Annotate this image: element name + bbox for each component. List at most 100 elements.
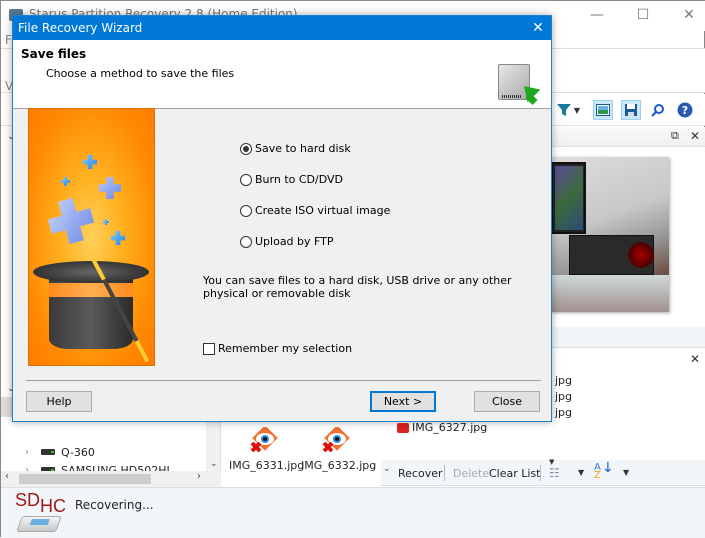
- list-item[interactable]: jpg: [555, 406, 572, 419]
- tree-horizontal-scrollbar[interactable]: ‹ ›: [1, 471, 221, 487]
- option-create-iso-image[interactable]: Create ISO virtual image: [240, 204, 390, 217]
- next-button[interactable]: Next >: [370, 391, 436, 412]
- file-name: IMG_6332.jpg: [301, 459, 377, 472]
- scrollbar-thumb[interactable]: [19, 474, 151, 484]
- sdhc-card-icon: SDHC: [15, 490, 66, 536]
- puzzle-piece: [99, 177, 121, 199]
- recover-button[interactable]: Recover: [398, 467, 443, 480]
- minimize-button[interactable]: —: [574, 1, 620, 31]
- green-arrow-tail: [525, 92, 538, 106]
- file-recovery-wizard-dialog: File Recovery Wizard ✕ Save files Choose…: [12, 15, 552, 422]
- close-preview-icon[interactable]: ✕: [690, 129, 700, 143]
- remember-selection-checkbox[interactable]: Remember my selection: [203, 342, 352, 355]
- columns-icon[interactable]: ☷: [549, 466, 560, 480]
- list-item[interactable]: jpg: [555, 390, 572, 403]
- files-pane: IMG_6331.jpg IMG_6332.jpg ⌄: [221, 421, 397, 487]
- status-text: Recovering...: [75, 498, 154, 512]
- option-label: Upload by FTP: [255, 235, 334, 248]
- option-upload-by-ftp[interactable]: Upload by FTP: [240, 235, 334, 248]
- dropdown-icon[interactable]: ▼: [549, 458, 554, 466]
- close-window-button[interactable]: ✕: [666, 1, 705, 31]
- list-item-label: IMG_6327.jpg: [412, 421, 488, 434]
- help-button[interactable]: Help: [26, 391, 92, 412]
- search-icon[interactable]: [648, 100, 668, 120]
- scroll-right-icon[interactable]: ›: [197, 471, 201, 482]
- sd-card-graphic: [16, 516, 62, 532]
- hat-band: [49, 283, 133, 297]
- wizard-heading: Save files: [21, 47, 87, 61]
- radio-button[interactable]: [240, 204, 252, 217]
- close-list-icon[interactable]: ✕: [690, 352, 700, 366]
- option-label: Create ISO virtual image: [255, 204, 391, 217]
- puzzle-piece: [111, 231, 125, 245]
- undock-icon[interactable]: ⧉: [671, 129, 679, 143]
- file-item[interactable]: IMG_6331.jpg: [229, 425, 305, 472]
- dialog-separator: [26, 380, 541, 381]
- tree-item-label: Q-360: [61, 445, 95, 459]
- magic-hat-illustration: [28, 108, 155, 366]
- scroll-left-icon[interactable]: ‹: [5, 471, 9, 482]
- clear-list-button[interactable]: Clear List: [489, 467, 541, 480]
- deleted-file-icon: [397, 422, 409, 433]
- file-name: IMG_6331.jpg: [229, 459, 305, 472]
- toolbar-separator: [444, 465, 445, 481]
- close-dialog-icon[interactable]: ✕: [527, 18, 549, 38]
- option-burn-to-cd-dvd[interactable]: Burn to CD/DVD: [240, 173, 343, 186]
- tree-item-q360[interactable]: › Q-360: [25, 443, 95, 461]
- expand-chevron-icon[interactable]: ›: [25, 447, 39, 458]
- sd-label-main: SD: [15, 490, 41, 510]
- file-item[interactable]: IMG_6332.jpg: [301, 425, 377, 472]
- preview-toggle-icon[interactable]: [593, 100, 613, 120]
- photo-desk: [551, 275, 669, 312]
- checkbox[interactable]: [203, 342, 215, 355]
- option-label: Save to hard disk: [255, 142, 351, 155]
- filter-dropdown-icon[interactable]: ▼: [571, 100, 583, 120]
- menu-file[interactable]: F: [5, 33, 12, 47]
- sd-label-sub: HC: [40, 496, 67, 516]
- recovery-list-toolbar: ▼ Recover Delete Clear List ☷ ▼ A Z ↓ ▼: [381, 458, 705, 486]
- option-description: You can save files to a hard disk, USB d…: [203, 274, 512, 300]
- list-item-label: jpg: [555, 406, 573, 419]
- close-button[interactable]: Close: [474, 391, 540, 412]
- help-icon[interactable]: ?: [675, 100, 695, 120]
- preview-image: [551, 157, 669, 312]
- status-bar: SDHC Recovering...: [1, 487, 705, 538]
- photo-pc-case: [569, 235, 654, 275]
- collapse-chevron-icon[interactable]: ⌄: [383, 464, 391, 474]
- wizard-header: Save files Choose a method to save the f…: [13, 40, 551, 109]
- puzzle-piece: [44, 194, 98, 248]
- deleted-image-icon: [250, 425, 278, 455]
- hard-disk-save-icon: [498, 64, 541, 106]
- sd-label: SDHC: [15, 490, 66, 517]
- puzzle-piece: [61, 177, 70, 186]
- deleted-image-icon: [322, 425, 350, 455]
- photo-monitor: [551, 162, 586, 234]
- puzzle-piece: [83, 155, 97, 169]
- wizard-titlebar[interactable]: File Recovery Wizard ✕: [13, 16, 551, 40]
- save-icon[interactable]: [621, 100, 641, 120]
- list-item[interactable]: IMG_6327.jpg: [397, 421, 487, 434]
- option-save-to-hard-disk[interactable]: Save to hard disk: [240, 142, 351, 155]
- hat-brim: [33, 261, 149, 283]
- list-item[interactable]: jpg: [555, 374, 572, 387]
- list-item-label: jpg: [555, 374, 573, 387]
- scroll-down-icon[interactable]: ⌄: [210, 459, 218, 469]
- photo-fan: [628, 242, 654, 268]
- wizard-title: File Recovery Wizard: [18, 21, 143, 35]
- maximize-button[interactable]: ☐: [620, 1, 666, 31]
- radio-button[interactable]: [240, 142, 252, 155]
- hdd-barcode: [502, 95, 522, 98]
- drive-icon: [41, 449, 55, 455]
- photo-monitor-screen: [555, 166, 583, 230]
- delete-button[interactable]: Delete: [453, 467, 489, 480]
- sort-dropdown-icon[interactable]: ▼: [623, 468, 629, 477]
- sort-az-icon[interactable]: A Z ↓: [594, 461, 614, 481]
- puzzle-piece: [103, 219, 109, 225]
- list-item-label: jpg: [555, 390, 573, 403]
- option-label: Burn to CD/DVD: [255, 173, 343, 186]
- columns-dropdown-icon[interactable]: ▼: [578, 468, 584, 477]
- radio-button[interactable]: [240, 173, 252, 186]
- toolbar-separator: [540, 465, 541, 481]
- wizard-subheading: Choose a method to save the files: [46, 67, 235, 80]
- radio-button[interactable]: [240, 235, 252, 248]
